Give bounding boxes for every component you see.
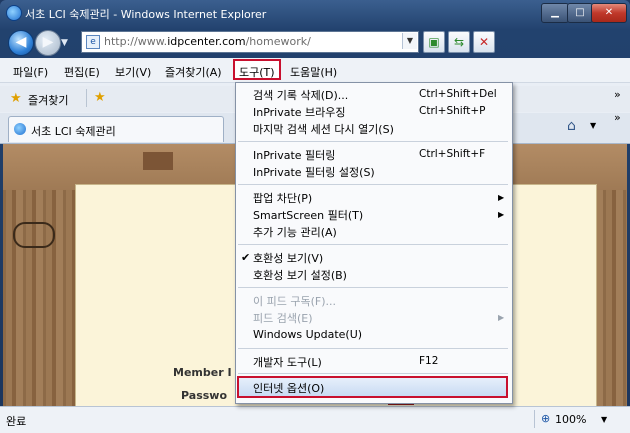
menu-popup-blocker[interactable]: 팝업 차단(P) — [253, 190, 312, 206]
menu-windows-update[interactable]: Windows Update(U) — [253, 328, 362, 344]
submenu-arrow-icon: ▶ — [498, 313, 505, 322]
submenu-arrow-icon: ▶ — [498, 193, 505, 202]
page-icon: e — [86, 35, 100, 49]
menu-compatibility-view-settings[interactable]: 호환성 보기 설정(B) — [253, 267, 347, 283]
favorites-divider — [86, 89, 87, 107]
stop-icon: ✕ — [478, 35, 490, 49]
member-id-label: Member I — [173, 366, 232, 379]
status-bar: 완료 ⊕ 100% ▼ — [0, 406, 630, 433]
history-dropdown-icon[interactable]: ▼ — [61, 38, 68, 48]
stop-button[interactable]: ✕ — [473, 31, 495, 53]
address-row: ◀ ▶ ▼ e http://www.idpcenter.com/homewor… — [0, 27, 630, 59]
url-prefix: http://www. — [104, 35, 168, 48]
menu-separator — [238, 244, 508, 245]
tab-label: 서초 LCI 숙제관리 — [31, 125, 116, 138]
shortcut-inprivate-browsing: Ctrl+Shift+P — [419, 105, 486, 117]
menu-separator — [238, 348, 508, 349]
menu-smartscreen-filter[interactable]: SmartScreen 필터(T) — [253, 207, 363, 223]
shortcut-developer-tools: F12 — [419, 355, 439, 367]
menu-manage-addons[interactable]: 추가 기능 관리(A) — [253, 224, 337, 240]
submenu-arrow-icon: ▶ — [498, 210, 505, 219]
window-title: 서초 LCI 숙제관리 - Windows Internet Explorer — [25, 8, 267, 21]
favbar-chevron-icon[interactable]: » — [614, 88, 621, 101]
zoom-control[interactable]: ⊕ 100% ▼ — [534, 410, 621, 428]
back-arrow-icon: ◀ — [15, 34, 27, 50]
password-label: Passwo — [181, 389, 228, 402]
back-button[interactable]: ◀ — [8, 30, 34, 56]
menu-delete-history[interactable]: 검색 기록 삭제(D)... — [253, 87, 348, 103]
zoom-dropdown-icon[interactable]: ▼ — [601, 415, 607, 424]
add-favorite-icon[interactable]: ★ — [94, 90, 106, 105]
tools-dropdown-menu: 검색 기록 삭제(D)... Ctrl+Shift+Del InPrivate … — [235, 82, 513, 404]
ie-logo-icon — [6, 5, 22, 21]
forward-arrow-icon: ▶ — [42, 34, 54, 50]
commandbar-chevron-icon[interactable]: » — [614, 111, 621, 124]
forward-button[interactable]: ▶ — [35, 30, 61, 56]
menu-help[interactable]: 도움말(H) — [290, 64, 337, 80]
menu-separator — [238, 184, 508, 185]
refresh-icon: ⇆ — [453, 35, 465, 49]
address-url[interactable]: http://www.idpcenter.com/homework/ — [104, 35, 311, 48]
menu-inprivate-filtering[interactable]: InPrivate 필터링 — [253, 147, 335, 163]
compatibility-view-button[interactable]: ▣ — [423, 31, 445, 53]
wood-knot — [143, 152, 173, 170]
title-bar: 서초 LCI 숙제관리 - Windows Internet Explorer … — [0, 0, 630, 26]
menu-tools[interactable]: 도구(T) — [239, 64, 275, 80]
menu-developer-tools[interactable]: 개발자 도구(L) — [253, 354, 322, 370]
home-dropdown-icon[interactable]: ▼ — [590, 121, 596, 130]
menu-separator — [238, 141, 508, 142]
menu-inprivate-browsing[interactable]: InPrivate 브라우징 — [253, 104, 346, 120]
address-dropdown-icon[interactable]: ▼ — [402, 33, 417, 49]
status-text: 완료 — [6, 415, 27, 428]
menu-inprivate-filtering-settings[interactable]: InPrivate 필터링 설정(S) — [253, 164, 375, 180]
menu-subscribe-feed: 이 피드 구독(F)... — [253, 295, 336, 308]
favorites-star-icon: ★ — [10, 91, 22, 106]
url-domain: idpcenter.com — [167, 35, 246, 48]
menu-internet-options[interactable]: 인터넷 옵션(O) — [253, 380, 324, 396]
url-path: /homework/ — [245, 35, 311, 48]
shortcut-inprivate-filtering: Ctrl+Shift+F — [419, 148, 486, 160]
browser-window: 서초 LCI 숙제관리 - Windows Internet Explorer … — [0, 0, 630, 433]
close-button[interactable]: ✕ — [591, 3, 627, 23]
favorites-button[interactable]: 즐겨찾기 — [28, 92, 68, 108]
zoom-icon: ⊕ — [541, 412, 551, 425]
compatibility-icon: ▣ — [428, 35, 440, 49]
menu-separator — [238, 287, 508, 288]
maximize-button[interactable]: □ — [567, 3, 593, 23]
menu-view[interactable]: 보기(V) — [115, 64, 151, 80]
menu-file[interactable]: 파일(F) — [13, 64, 48, 80]
home-icon[interactable]: ⌂ — [567, 118, 576, 134]
check-icon: ✔ — [241, 251, 251, 264]
menu-feed-discovery: 피드 검색(E) — [253, 312, 313, 325]
zoom-level: 100% — [555, 413, 587, 426]
address-bar[interactable]: e http://www.idpcenter.com/homework/ ▼ — [81, 31, 419, 53]
tab-homework[interactable]: 서초 LCI 숙제관리 — [8, 116, 224, 142]
minimize-button[interactable]: ▁ — [541, 3, 569, 23]
refresh-button[interactable]: ⇆ — [448, 31, 470, 53]
shortcut-delete-history: Ctrl+Shift+Del — [419, 88, 497, 100]
menu-edit[interactable]: 편집(E) — [64, 64, 100, 80]
cloud-icon — [13, 222, 55, 248]
menu-separator — [238, 373, 508, 374]
menu-reopen-last-session[interactable]: 마지막 검색 세션 다시 열기(S) — [253, 121, 394, 137]
menu-compatibility-view[interactable]: 호환성 보기(V) — [253, 250, 323, 266]
menu-favorites[interactable]: 즐겨찾기(A) — [165, 64, 222, 80]
tab-ie-icon — [14, 123, 26, 135]
